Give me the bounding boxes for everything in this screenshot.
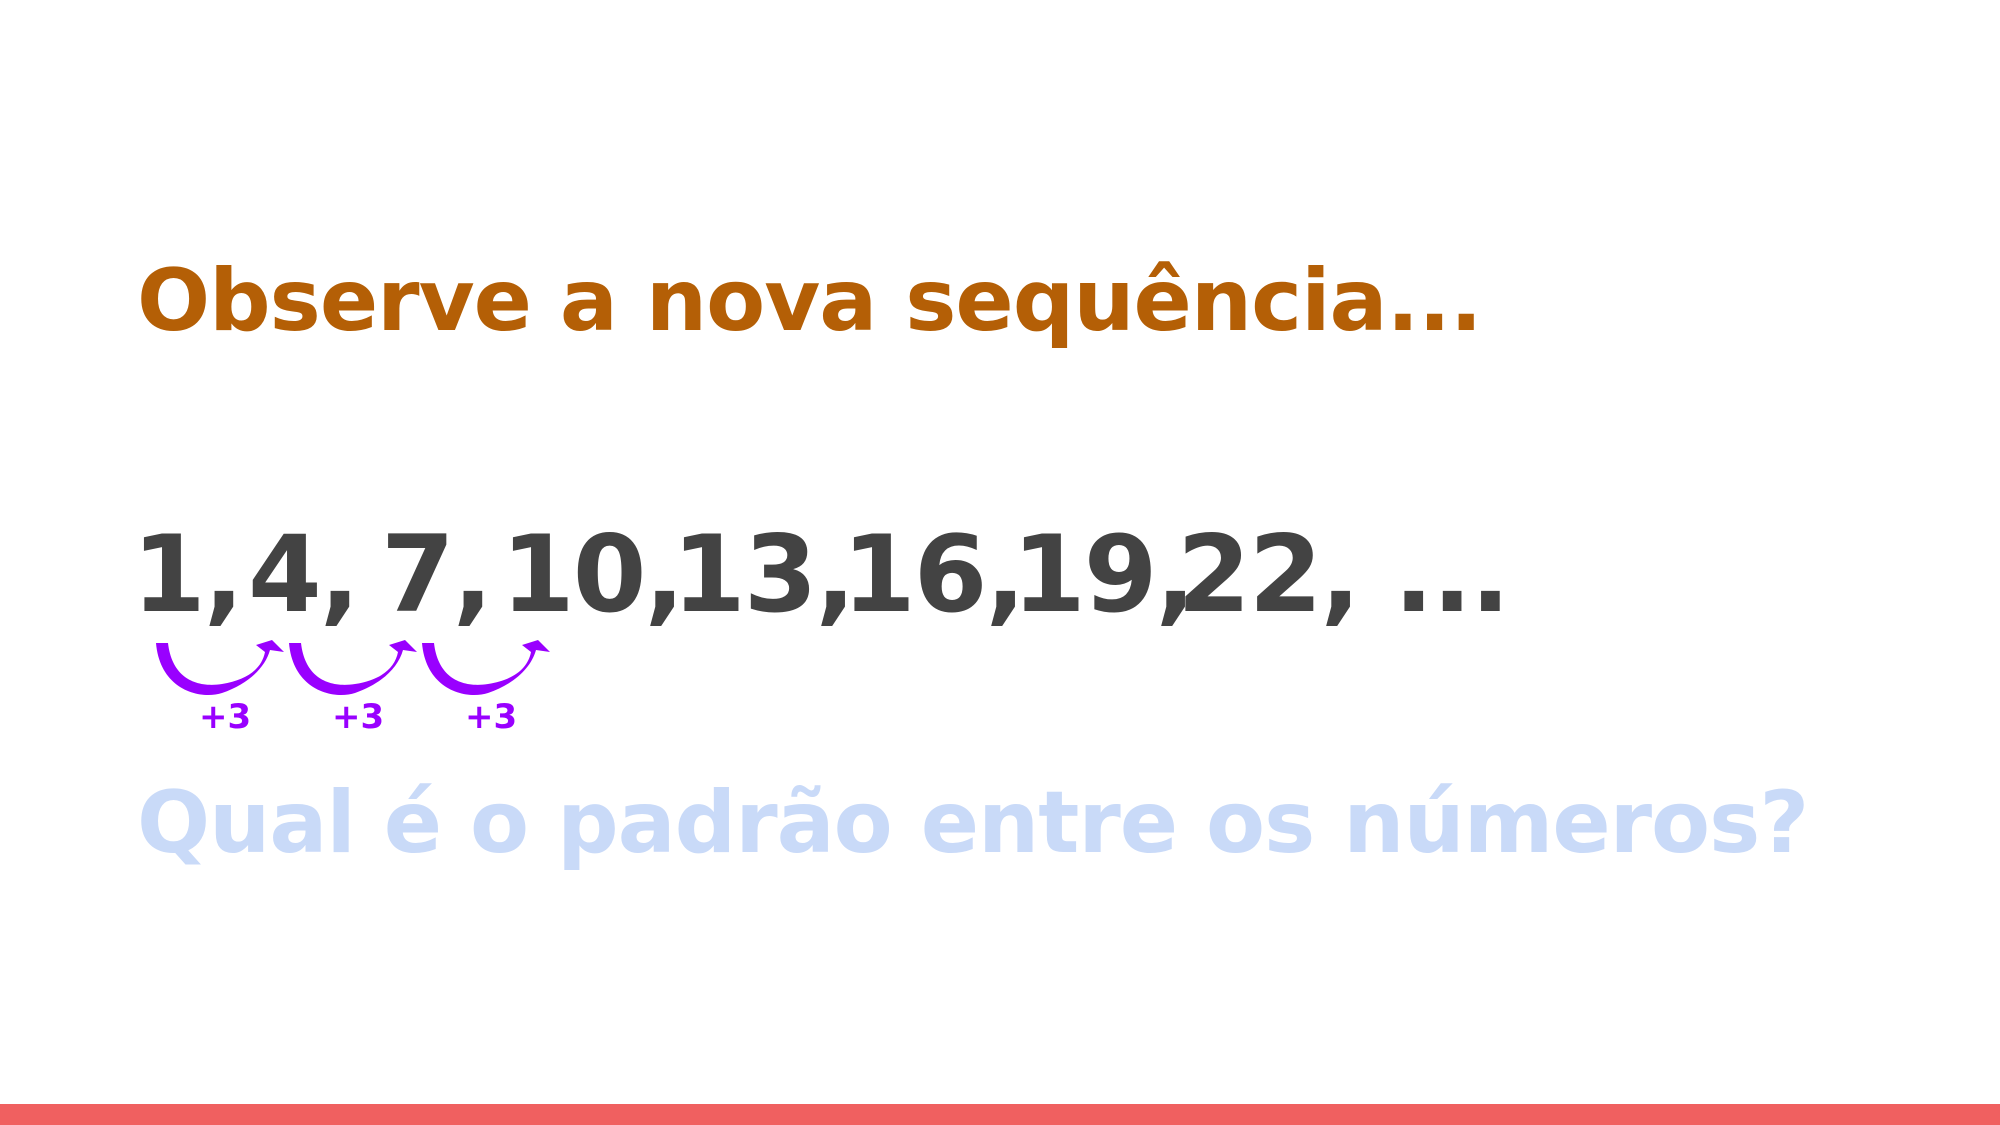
bottom-accent-bar [0, 1104, 2000, 1125]
curved-arrow-icon [156, 640, 284, 696]
curved-arrow-icon [422, 640, 550, 696]
step-label: +3 [199, 697, 252, 737]
sequence-term: 22, ... [1177, 513, 1510, 636]
sequence-term: 13, [672, 513, 856, 636]
sequence-term: 10, [501, 513, 685, 636]
sequence-term: 19, [1012, 513, 1196, 636]
step-label: +3 [332, 697, 385, 737]
step-label: +3 [465, 697, 518, 737]
curved-arrow-icon [289, 640, 417, 696]
slide-title: Observe a nova sequência... [137, 251, 1483, 351]
sequence-term: 7, [381, 513, 493, 636]
pattern-question: Qual é o padrão entre os números? [137, 773, 1809, 873]
sequence-term: 16, [842, 513, 1026, 636]
number-sequence: 1, 4, 7, 10, 13, 16, 19, 22, ... [132, 522, 1532, 642]
sequence-term: 4, [248, 513, 360, 636]
sequence-term: 1, [132, 513, 244, 636]
